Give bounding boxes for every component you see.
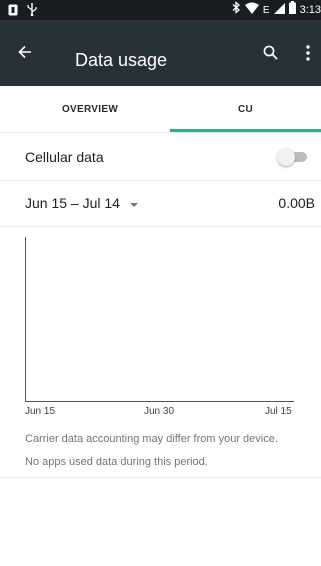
more-options-button[interactable] [296,40,320,70]
back-button[interactable] [9,38,41,70]
usage-chart: Jun 15 Jun 30 Jul 15 Carrier data accoun… [0,227,321,478]
status-right-icons: E 3:13 [232,1,321,19]
usage-chart-axes [25,237,294,402]
cycle-range-label[interactable]: Jun 15 – Jul 14 [25,195,120,211]
cellular-data-toggle[interactable] [277,148,307,166]
carrier-disclaimer: Carrier data accounting may differ from … [25,433,278,445]
search-button[interactable] [255,40,285,70]
usage-amount: 0.00B [278,195,315,211]
x-tick-label: Jul 15 [265,406,292,417]
more-vert-icon [306,44,310,66]
wifi-icon [244,1,259,19]
status-time: 3:13 [299,4,321,16]
network-type-label: E [262,4,270,16]
divider [0,477,321,478]
app-bar: Data usage [0,20,321,86]
dropdown-arrow-icon[interactable] [130,203,138,207]
data-usage-screen: E 3:13 Data usage OVERVIEW CU Cellular d… [0,0,321,566]
tab-selected-indicator [170,129,321,132]
page-title: Data usage [75,50,168,70]
no-apps-message: No apps used data during this period. [25,456,208,468]
status-bar: E 3:13 [0,0,321,20]
notification-icon [8,3,18,21]
cellular-data-row[interactable]: Cellular data [0,133,321,181]
billing-cycle-row[interactable]: Jun 15 – Jul 14 0.00B [0,181,321,227]
x-tick-label: Jun 30 [144,406,175,417]
cellular-data-label: Cellular data [25,149,104,165]
status-left-icons [8,3,38,21]
back-arrow-icon [18,45,32,64]
toggle-thumb [277,148,295,166]
tab-overview[interactable]: OVERVIEW [10,86,170,132]
search-icon [263,45,278,65]
x-tick-label: Jun 15 [25,406,56,417]
tab-bar: OVERVIEW CU [0,86,321,133]
tab-cu[interactable]: CU [170,86,321,132]
battery-icon [288,1,296,19]
usb-icon [26,3,38,21]
bluetooth-icon [232,1,241,19]
signal-icon [273,1,285,19]
